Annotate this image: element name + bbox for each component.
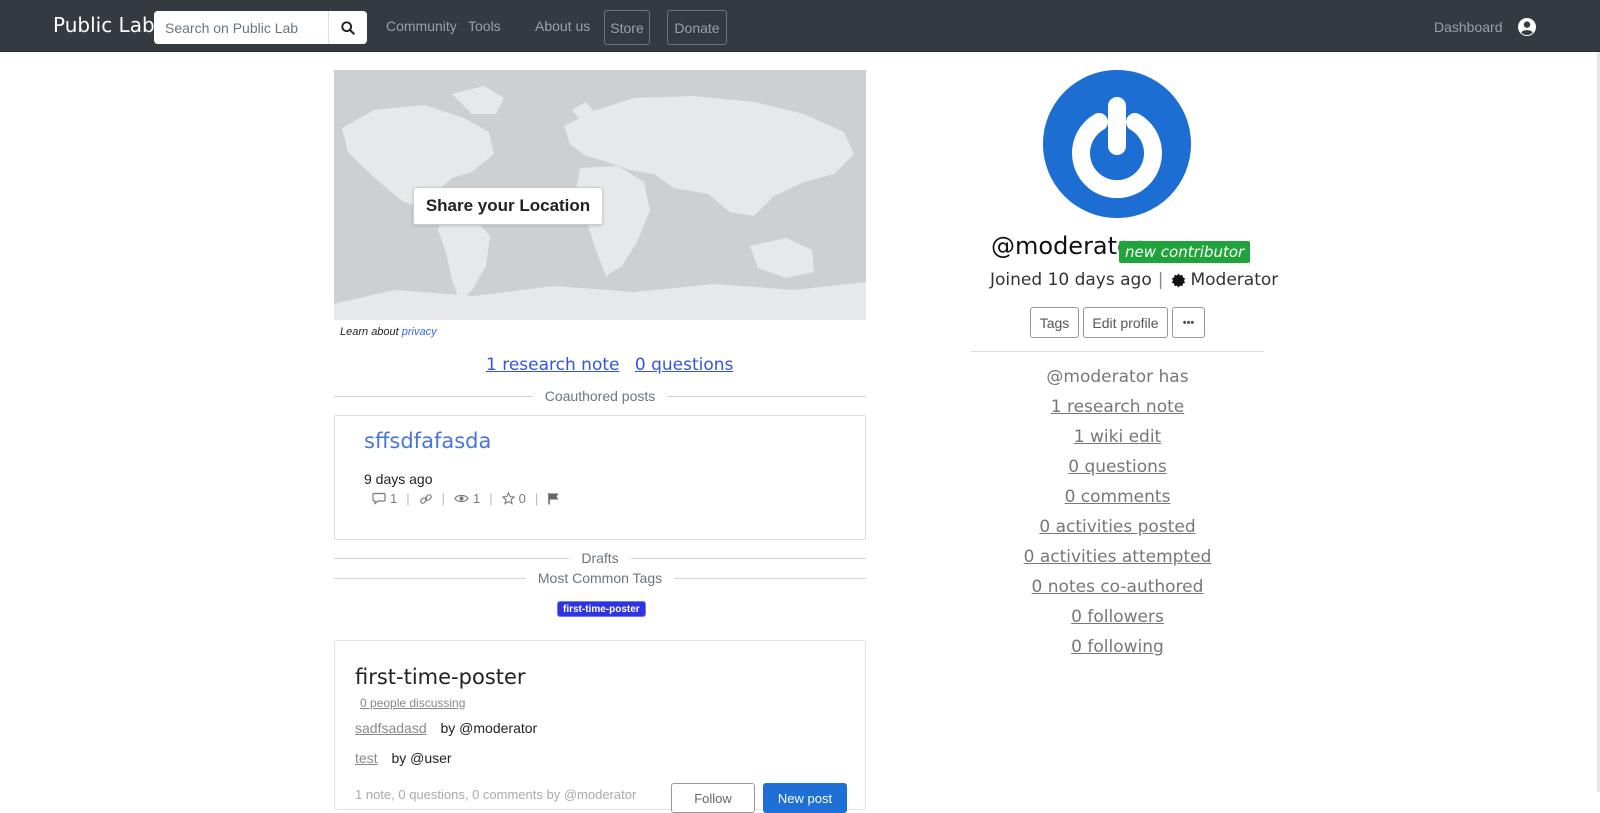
tag-note-link[interactable]: test xyxy=(355,750,378,766)
post-card: sffsdfafasda 9 days ago 1 | | 1 | 0 | xyxy=(334,415,866,540)
likes-count[interactable]: 0 xyxy=(501,491,526,506)
drafts-divider: Drafts xyxy=(334,548,866,568)
stat-wiki-edits[interactable]: 1 wiki edit xyxy=(971,422,1264,452)
common-tags-divider: Most Common Tags xyxy=(334,568,867,588)
role-label: Moderator xyxy=(1171,270,1278,290)
stat-research-notes[interactable]: 1 research note xyxy=(971,392,1264,422)
tag-card-summary: 1 note, 0 questions, 0 comments by @mode… xyxy=(355,787,637,802)
common-tag-badge[interactable]: first-time-poster xyxy=(557,601,646,617)
comments-count[interactable]: 1 xyxy=(372,491,397,506)
tag-note-author: by @user xyxy=(391,750,452,766)
privacy-link[interactable]: privacy xyxy=(402,326,437,338)
power-symbol-icon xyxy=(1043,70,1191,218)
nav-tools[interactable]: Tools xyxy=(468,18,501,34)
profile-stats: @moderator has 1 research note 1 wiki ed… xyxy=(971,362,1264,662)
stat-notes-coauthored[interactable]: 0 notes co-authored xyxy=(971,572,1264,602)
new-post-button[interactable]: New post xyxy=(763,783,847,813)
share-location-button[interactable]: Share your Location xyxy=(413,187,603,225)
coauthored-label: Coauthored posts xyxy=(544,388,656,404)
star-icon xyxy=(501,492,515,505)
post-title[interactable]: sffsdfafasda xyxy=(364,429,491,453)
dashboard-link[interactable]: Dashboard xyxy=(1434,19,1503,35)
questions-link[interactable]: 0 questions xyxy=(635,355,734,375)
tag-note-link[interactable]: sadfsadasd xyxy=(355,720,427,736)
link-button[interactable] xyxy=(419,492,433,506)
edit-profile-button[interactable]: Edit profile xyxy=(1083,307,1168,338)
coauthored-divider: Coauthored posts xyxy=(334,386,866,406)
tags-button[interactable]: Tags xyxy=(1030,307,1079,338)
search-button[interactable] xyxy=(328,11,367,44)
post-meta: 1 | | 1 | 0 | xyxy=(372,491,560,506)
tag-card: first-time-poster 0 people discussing sa… xyxy=(334,640,866,813)
eye-icon xyxy=(454,494,469,503)
people-discussing-link[interactable]: 0 people discussing xyxy=(360,696,465,710)
privacy-note: Learn about privacy xyxy=(340,326,437,338)
stat-followers[interactable]: 0 followers xyxy=(971,602,1264,632)
stat-comments[interactable]: 0 comments xyxy=(971,482,1264,512)
more-options-button[interactable]: ••• xyxy=(1172,307,1205,338)
stat-activities-posted[interactable]: 0 activities posted xyxy=(971,512,1264,542)
link-icon xyxy=(419,493,432,504)
content-counts: 1 research note 0 questions xyxy=(486,355,743,375)
stat-following[interactable]: 0 following xyxy=(971,632,1264,662)
follow-button[interactable]: Follow xyxy=(671,783,755,813)
avatar xyxy=(1043,70,1191,218)
user-menu-icon[interactable] xyxy=(1517,17,1537,42)
views-count: 1 xyxy=(454,491,480,506)
research-notes-link[interactable]: 1 research note xyxy=(486,355,619,375)
nav-community[interactable]: Community xyxy=(386,18,457,34)
joined-text: Joined 10 days ago xyxy=(990,270,1152,290)
tag-card-title[interactable]: first-time-poster xyxy=(355,665,526,689)
brand-logo[interactable]: Public Lab xyxy=(53,13,155,37)
tag-note-row: test by @user xyxy=(355,750,452,766)
stat-questions[interactable]: 0 questions xyxy=(971,452,1264,482)
common-tags-label: Most Common Tags xyxy=(537,570,663,586)
stat-activities-attempted[interactable]: 0 activities attempted xyxy=(971,542,1264,572)
privacy-prefix: Learn about xyxy=(340,326,399,338)
flag-icon xyxy=(548,493,559,505)
comment-icon xyxy=(372,492,386,505)
search-icon xyxy=(341,20,355,35)
search-input[interactable] xyxy=(154,11,328,44)
search-box xyxy=(154,11,367,44)
post-time: 9 days ago xyxy=(364,471,433,487)
stats-heading: @moderator has xyxy=(1046,367,1189,387)
joined-info: Joined 10 days ago | Moderator xyxy=(990,270,1279,290)
flag-button[interactable] xyxy=(547,492,560,505)
donate-button[interactable]: Donate xyxy=(667,10,727,45)
profile-divider xyxy=(971,351,1264,352)
top-navbar: Public Lab Community Tools About us Stor… xyxy=(0,0,1600,52)
tag-note-row: sadfsadasd by @moderator xyxy=(355,720,537,736)
drafts-label: Drafts xyxy=(581,550,619,566)
tag-note-author: by @moderator xyxy=(440,720,538,736)
new-contributor-badge: new contributor xyxy=(1119,241,1251,263)
store-button[interactable]: Store xyxy=(604,10,650,45)
moderator-badge-icon xyxy=(1172,272,1186,288)
nav-about-us[interactable]: About us xyxy=(535,18,590,34)
